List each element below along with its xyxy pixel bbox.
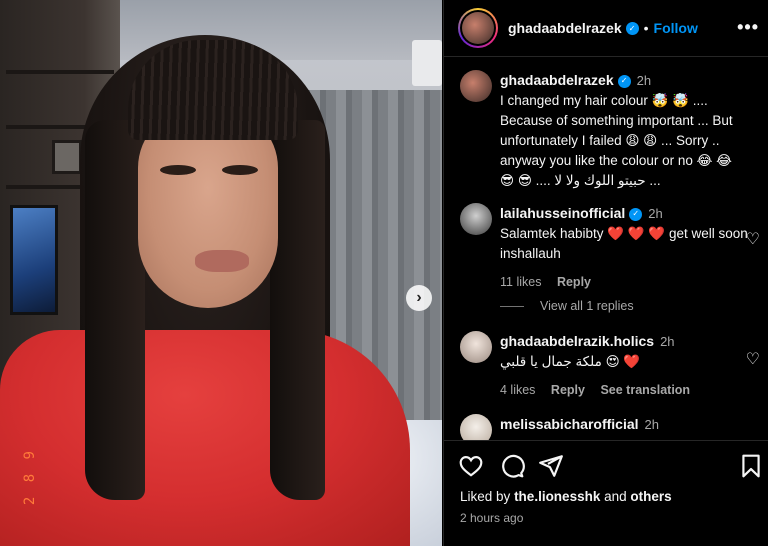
red-shirt bbox=[0, 330, 410, 546]
comment-icon[interactable] bbox=[499, 453, 525, 479]
post-panel: ghadaabdelrazek ✓ • Follow ••• ghadaabde… bbox=[443, 0, 768, 546]
reply-button[interactable]: Reply bbox=[551, 383, 585, 397]
liked-by: Liked by the.lionesshk and others bbox=[460, 489, 672, 504]
like-comment-heart-icon[interactable]: ♡ bbox=[746, 229, 760, 249]
comment-time: 2h bbox=[644, 417, 659, 432]
verified-badge-icon: ✓ bbox=[617, 74, 631, 88]
header-username[interactable]: ghadaabdelrazek bbox=[508, 20, 622, 36]
divider bbox=[500, 305, 524, 307]
comment-username[interactable]: ghadaabdelrazik.holics bbox=[500, 333, 654, 349]
comments-list[interactable]: ghadaabdelrazek ✓ 2h I changed my hair col… bbox=[444, 58, 768, 440]
story-ring[interactable] bbox=[458, 8, 498, 48]
follow-button[interactable]: Follow bbox=[654, 20, 698, 36]
avatar bbox=[462, 12, 494, 44]
verified-badge-icon: ✓ bbox=[625, 21, 639, 35]
verified-badge-icon: ✓ bbox=[629, 207, 643, 221]
reply-button[interactable]: Reply bbox=[557, 275, 591, 289]
avatar[interactable] bbox=[460, 414, 492, 440]
avatar[interactable] bbox=[460, 331, 492, 363]
picture-frame bbox=[52, 140, 82, 174]
liked-others[interactable]: others bbox=[630, 489, 671, 504]
separator-dot: • bbox=[643, 20, 649, 36]
view-replies-label[interactable]: View all 1 replies bbox=[540, 299, 634, 313]
like-heart-icon[interactable] bbox=[458, 453, 484, 479]
chevron-right-icon: › bbox=[416, 289, 422, 306]
comment-text: ملكة جمال يا قلبي 😍 ❤️ bbox=[500, 354, 641, 369]
post-time-ago: 2 hours ago bbox=[460, 511, 524, 525]
bangs bbox=[128, 40, 298, 140]
date-stamp: 2 8 9 bbox=[22, 448, 38, 506]
right-eye bbox=[222, 165, 258, 175]
liked-user[interactable]: the.lionesshk bbox=[514, 489, 600, 504]
hair-left bbox=[85, 120, 145, 500]
view-replies[interactable]: View all 1 replies bbox=[500, 299, 634, 313]
lips bbox=[195, 250, 249, 272]
hair-right bbox=[270, 120, 325, 500]
shelf bbox=[6, 70, 114, 74]
avatar[interactable] bbox=[460, 70, 492, 102]
liked-and: and bbox=[604, 489, 627, 504]
background-tv bbox=[10, 205, 58, 315]
comment-likes[interactable]: 4 likes bbox=[500, 383, 535, 397]
caption-text: I changed my hair colour 🤯 🤯 .... Becaus… bbox=[500, 93, 733, 188]
caption-username[interactable]: ghadaabdelrazek bbox=[500, 72, 614, 88]
more-options-icon[interactable]: ••• bbox=[737, 17, 759, 38]
comment-time: 2h bbox=[660, 334, 675, 349]
post-photo[interactable]: 2 8 9 › bbox=[0, 0, 442, 546]
share-icon[interactable] bbox=[538, 453, 564, 479]
post-header: ghadaabdelrazek ✓ • Follow ••• bbox=[444, 0, 768, 57]
avatar[interactable] bbox=[460, 203, 492, 235]
see-translation-button[interactable]: See translation bbox=[600, 383, 690, 397]
comment-username[interactable]: lailahusseinofficial bbox=[500, 205, 625, 221]
action-bar: Liked by the.lionesshk and others 2 hour… bbox=[444, 440, 768, 546]
comment-text: Salamtek habibty ❤️ ❤️ ❤️ get well soon … bbox=[500, 226, 748, 261]
caption-time: 2h bbox=[636, 73, 652, 88]
like-comment-heart-icon[interactable]: ♡ bbox=[746, 349, 760, 369]
left-eye bbox=[160, 165, 196, 175]
next-photo-button[interactable]: › bbox=[406, 285, 432, 311]
air-conditioner bbox=[412, 40, 442, 86]
liked-prefix: Liked by bbox=[460, 489, 511, 504]
save-bookmark-icon[interactable] bbox=[738, 453, 764, 479]
comment-likes[interactable]: 11 likes bbox=[500, 275, 541, 289]
comment-username[interactable]: melissabicharofficial bbox=[500, 416, 639, 432]
comment-time: 2h bbox=[648, 206, 663, 221]
